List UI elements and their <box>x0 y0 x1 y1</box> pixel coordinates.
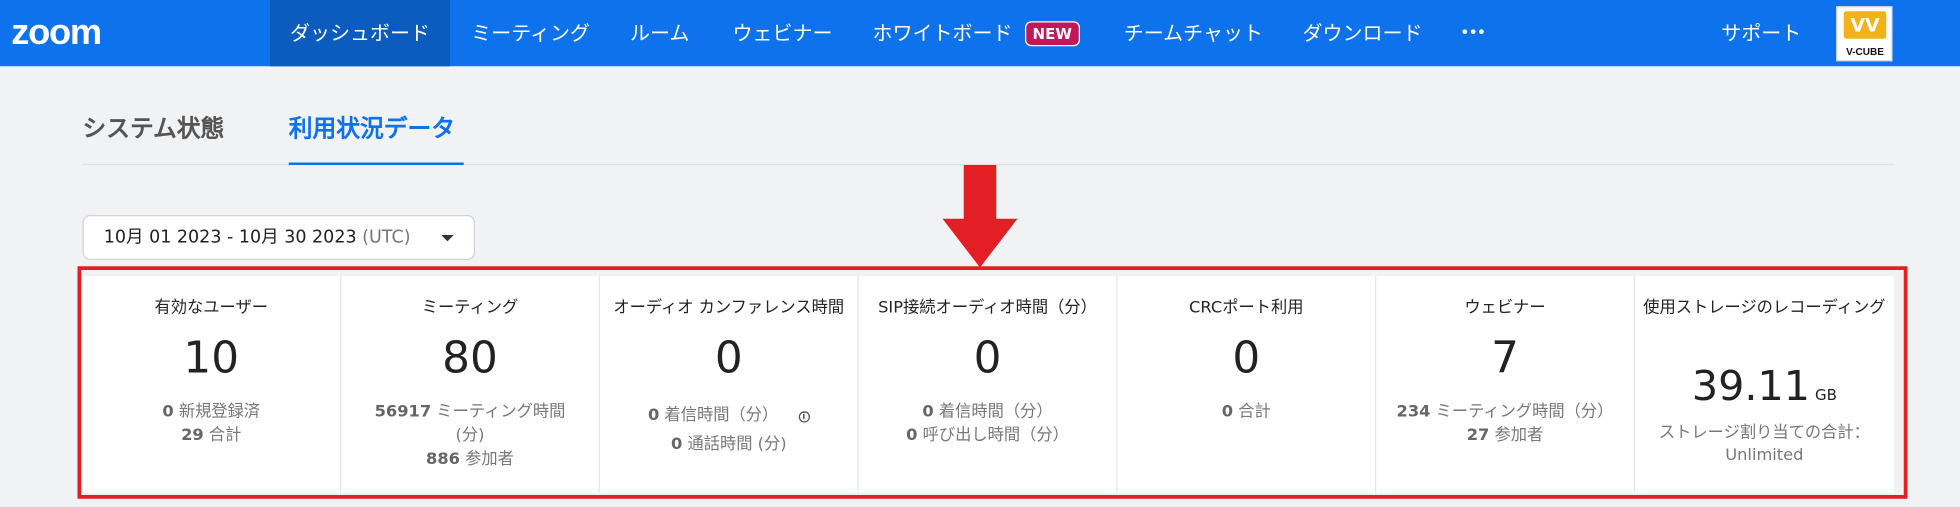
stat-recording-storage: 使用ストレージのレコーディング 39.11 GB ストレージ割り当ての合計： Un… <box>1635 276 1894 492</box>
nav-item-download[interactable]: ダウンロード <box>1303 0 1423 66</box>
new-badge: NEW <box>1025 21 1080 47</box>
tab-system-status[interactable]: システム状態 <box>83 110 225 144</box>
stat-detail: 0 着信時間（分） i <box>608 404 851 428</box>
date-range-value: 10月 01 2023 - 10月 30 2023 <box>103 227 357 248</box>
stat-label: 使用ストレージのレコーディング <box>1643 298 1886 318</box>
stat-label: ウェビナー <box>1464 298 1546 318</box>
stat-label: SIP接続オーディオ時間（分） <box>878 298 1097 318</box>
usage-stats-panel: 有効なユーザー 10 0 新規登録済 29 合計 ミーティング 80 56917… <box>82 276 1894 493</box>
stat-value: 80 <box>442 333 498 384</box>
stat-detail: Unlimited <box>1725 446 1804 465</box>
nav-item-rooms[interactable]: ルーム <box>630 0 689 66</box>
stat-label: CRCポート利用 <box>1189 298 1304 318</box>
stat-detail: 29 合計 <box>181 426 242 445</box>
nav-item-webinars[interactable]: ウェビナー <box>733 0 833 66</box>
chevron-down-icon <box>441 235 454 242</box>
stat-active-users: 有効なユーザー 10 0 新規登録済 29 合計 <box>83 276 342 493</box>
avatar-logo-mark: VV <box>1843 11 1887 39</box>
stat-value: 0 <box>1232 333 1261 384</box>
stat-detail: 0 通話時間 (分) <box>670 435 787 454</box>
nav-item-support[interactable]: サポート <box>1721 0 1801 66</box>
nav-item-team-chat[interactable]: チームチャット <box>1124 0 1263 66</box>
top-nav: zoom ダッシュボード ミーティング ルーム ウェビナー ホワイトボード NEW… <box>0 0 1960 67</box>
stat-audio-conference: オーディオ カンファレンス時間 0 0 着信時間（分） i 0 通話時間 (分) <box>600 276 859 493</box>
more-menu-icon[interactable]: ••• <box>1460 0 1486 66</box>
nav-item-meetings[interactable]: ミーティング <box>471 0 590 66</box>
page: zoom ダッシュボード ミーティング ルーム ウェビナー ホワイトボード NEW… <box>0 0 1960 507</box>
nav-item-whiteboard-label: ホワイトボード <box>872 21 1013 45</box>
stat-detail: 27 参加者 <box>1466 426 1544 445</box>
stat-meetings: ミーティング 80 56917 ミーティング時間 (分) 886 参加者 <box>341 276 600 493</box>
avatar-logo-text: V-CUBE <box>1846 46 1884 58</box>
stat-value: 0 <box>714 333 743 384</box>
stat-value: 0 <box>973 333 1002 384</box>
stat-detail: 0 着信時間（分） <box>922 402 1053 422</box>
stat-webinars: ウェビナー 7 234 ミーティング時間（分） 27 参加者 <box>1376 276 1635 493</box>
stat-detail: 234 ミーティング時間（分） <box>1396 402 1614 422</box>
stat-value: 7 <box>1491 333 1519 384</box>
zoom-logo[interactable]: zoom <box>11 13 102 54</box>
stat-sip-audio: SIP接続オーディオ時間（分） 0 0 着信時間（分） 0 呼び出し時間（分） <box>859 276 1118 493</box>
date-range-picker[interactable]: 10月 01 2023 - 10月 30 2023 (UTC) <box>82 215 475 260</box>
tab-usage-data[interactable]: 利用状況データ <box>289 110 455 144</box>
stat-label: 有効なユーザー <box>154 298 268 318</box>
stat-detail: 56917 ミーティング時間 <box>374 402 566 422</box>
stat-crc-port: CRCポート利用 0 0 合計 <box>1118 276 1377 493</box>
stat-detail: 0 新規登録済 <box>162 402 261 422</box>
stat-label: ミーティング <box>421 298 519 318</box>
nav-item-whiteboard[interactable]: ホワイトボード NEW <box>873 0 1080 66</box>
tab-active-indicator <box>288 162 464 165</box>
stat-detail: 0 呼び出し時間（分） <box>906 426 1069 445</box>
nav-item-dashboard[interactable]: ダッシュボード <box>270 0 451 67</box>
stat-value: 39.11 GB <box>1691 361 1837 410</box>
info-icon[interactable]: i <box>798 411 810 423</box>
red-arrow-annotation <box>942 165 1018 268</box>
stat-detail: 886 参加者 <box>426 450 514 469</box>
stat-detail: (分) <box>455 426 485 445</box>
stat-detail: 0 合計 <box>1221 402 1271 422</box>
stat-label: オーディオ カンファレンス時間 <box>613 298 845 318</box>
avatar[interactable]: VV V-CUBE <box>1836 6 1893 62</box>
date-range-timezone: (UTC) <box>362 227 411 248</box>
stat-value: 10 <box>183 333 240 384</box>
stat-detail: ストレージ割り当ての合計： <box>1658 423 1870 443</box>
